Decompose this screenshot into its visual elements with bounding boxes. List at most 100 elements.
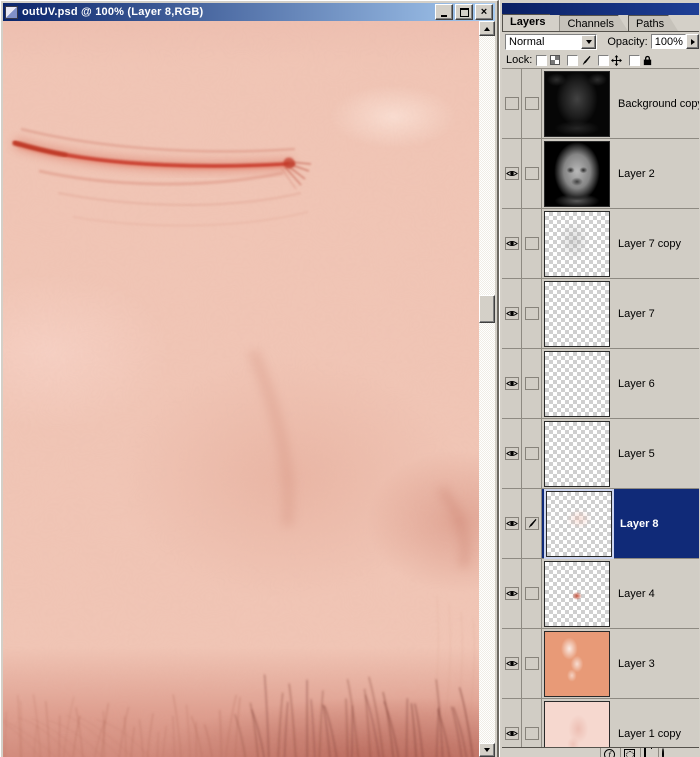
layer-thumbnail[interactable] [544, 141, 610, 207]
layer-thumbnail[interactable] [544, 631, 610, 697]
document-title: outUV.psd @ 100% (Layer 8,RGB) [22, 6, 433, 18]
tab-paths[interactable]: Paths [628, 15, 678, 31]
layer-row[interactable]: Layer 3 [502, 629, 699, 699]
eye-icon [506, 239, 518, 248]
eye-icon [506, 449, 518, 458]
paint-indicator[interactable] [522, 69, 542, 138]
visibility-toggle[interactable] [502, 489, 522, 558]
layers-palette: Layers Channels Paths Normal Opacity: 10… [499, 0, 700, 757]
lock-image-checkbox[interactable] [567, 55, 578, 66]
paint-indicator[interactable] [522, 279, 542, 348]
lock-label: Lock: [506, 54, 532, 66]
paint-indicator[interactable] [522, 559, 542, 628]
paintbrush-icon [526, 518, 537, 529]
opacity-input[interactable]: 100% [651, 34, 686, 49]
document-window: outUV.psd @ 100% (Layer 8,RGB) × [0, 0, 499, 757]
eye-icon [506, 519, 518, 528]
layer-list: Background copy Layer 2 La [502, 69, 699, 748]
layer-thumbnail[interactable] [544, 211, 610, 277]
photoshop-document-icon [5, 6, 18, 19]
document-titlebar[interactable]: outUV.psd @ 100% (Layer 8,RGB) × [3, 3, 495, 21]
paintbrush-icon [580, 55, 591, 66]
maximize-icon[interactable] [455, 4, 473, 20]
layer-name: Layer 1 copy [618, 728, 681, 740]
layer-name: Layer 5 [618, 448, 655, 460]
layer-row[interactable]: Layer 7 [502, 279, 699, 349]
canvas-art [3, 21, 479, 757]
layer-row[interactable]: Layer 1 copy [502, 699, 699, 748]
visibility-toggle[interactable] [502, 139, 522, 208]
layer-row[interactable]: Layer 8 [502, 489, 699, 559]
layer-name: Layer 7 [618, 308, 655, 320]
eye-icon [506, 309, 518, 318]
scroll-up-icon[interactable] [479, 21, 495, 36]
create-new-set-icon[interactable] [644, 749, 658, 757]
image-canvas[interactable] [3, 21, 479, 757]
eye-icon [506, 659, 518, 668]
visibility-toggle[interactable] [502, 559, 522, 628]
layer-thumbnail[interactable] [544, 421, 610, 487]
eye-icon [506, 379, 518, 388]
chevron-down-icon[interactable] [581, 35, 596, 49]
visibility-toggle[interactable] [502, 209, 522, 278]
opacity-slider-arrow-icon[interactable] [686, 34, 699, 49]
layer-name: Layer 7 copy [618, 238, 681, 250]
paint-indicator[interactable] [522, 489, 542, 558]
eye-icon [506, 589, 518, 598]
add-layer-style-icon[interactable]: f [604, 749, 618, 757]
palette-tabs: Layers Channels Paths [502, 15, 699, 32]
visibility-toggle[interactable] [502, 419, 522, 488]
visibility-toggle[interactable] [502, 279, 522, 348]
new-fill-adjustment-layer-icon[interactable] [662, 749, 676, 757]
paint-indicator[interactable] [522, 349, 542, 418]
visibility-toggle[interactable] [502, 349, 522, 418]
visibility-toggle[interactable] [502, 699, 522, 748]
paint-indicator[interactable] [522, 699, 542, 748]
scrollbar-thumb[interactable] [479, 295, 495, 323]
scroll-down-icon[interactable] [479, 743, 495, 757]
blend-mode-value: Normal [506, 36, 581, 48]
palette-titlebar[interactable] [502, 3, 699, 15]
layer-row[interactable]: Layer 4 [502, 559, 699, 629]
paint-indicator[interactable] [522, 139, 542, 208]
layer-row[interactable]: Layer 6 [502, 349, 699, 419]
eye-icon [506, 729, 518, 738]
palette-bottom-bar: f [502, 747, 699, 757]
move-icon [611, 55, 622, 66]
lock-all-checkbox[interactable] [629, 55, 640, 66]
layer-thumbnail[interactable] [544, 701, 610, 749]
layer-thumbnail[interactable] [544, 281, 610, 347]
layer-name: Layer 3 [618, 658, 655, 670]
add-layer-mask-icon[interactable] [624, 749, 638, 757]
tab-layers[interactable]: Layers [502, 14, 559, 31]
layer-row[interactable]: Background copy [502, 69, 699, 139]
vertical-scrollbar[interactable] [479, 21, 495, 757]
padlock-icon [642, 55, 653, 66]
layer-name: Layer 4 [618, 588, 655, 600]
tab-channels[interactable]: Channels [559, 15, 627, 31]
lock-position-checkbox[interactable] [598, 55, 609, 66]
lock-transparency-checkbox[interactable] [536, 55, 547, 66]
layer-row[interactable]: Layer 2 [502, 139, 699, 209]
eye-icon [506, 169, 518, 178]
paint-indicator[interactable] [522, 419, 542, 488]
layer-thumbnail[interactable] [544, 561, 610, 627]
blend-mode-select[interactable]: Normal [505, 34, 597, 50]
visibility-toggle[interactable] [502, 629, 522, 698]
layer-name: Layer 6 [618, 378, 655, 390]
paint-indicator[interactable] [522, 629, 542, 698]
layer-row[interactable]: Layer 7 copy [502, 209, 699, 279]
layer-thumbnail[interactable] [544, 351, 610, 417]
visibility-toggle[interactable] [502, 69, 522, 138]
layer-row[interactable]: Layer 5 [502, 419, 699, 489]
layer-thumbnail[interactable] [546, 491, 612, 557]
layer-thumbnail[interactable] [544, 71, 610, 137]
close-icon[interactable]: × [475, 4, 493, 20]
lock-row: Lock: [502, 52, 699, 69]
paint-indicator[interactable] [522, 209, 542, 278]
layer-name: Layer 8 [620, 518, 659, 530]
transparency-checker-icon [549, 55, 560, 66]
opacity-value: 100% [655, 36, 683, 48]
palette-controls: Normal Opacity: 100% [502, 31, 699, 52]
minimize-icon[interactable] [435, 4, 453, 20]
